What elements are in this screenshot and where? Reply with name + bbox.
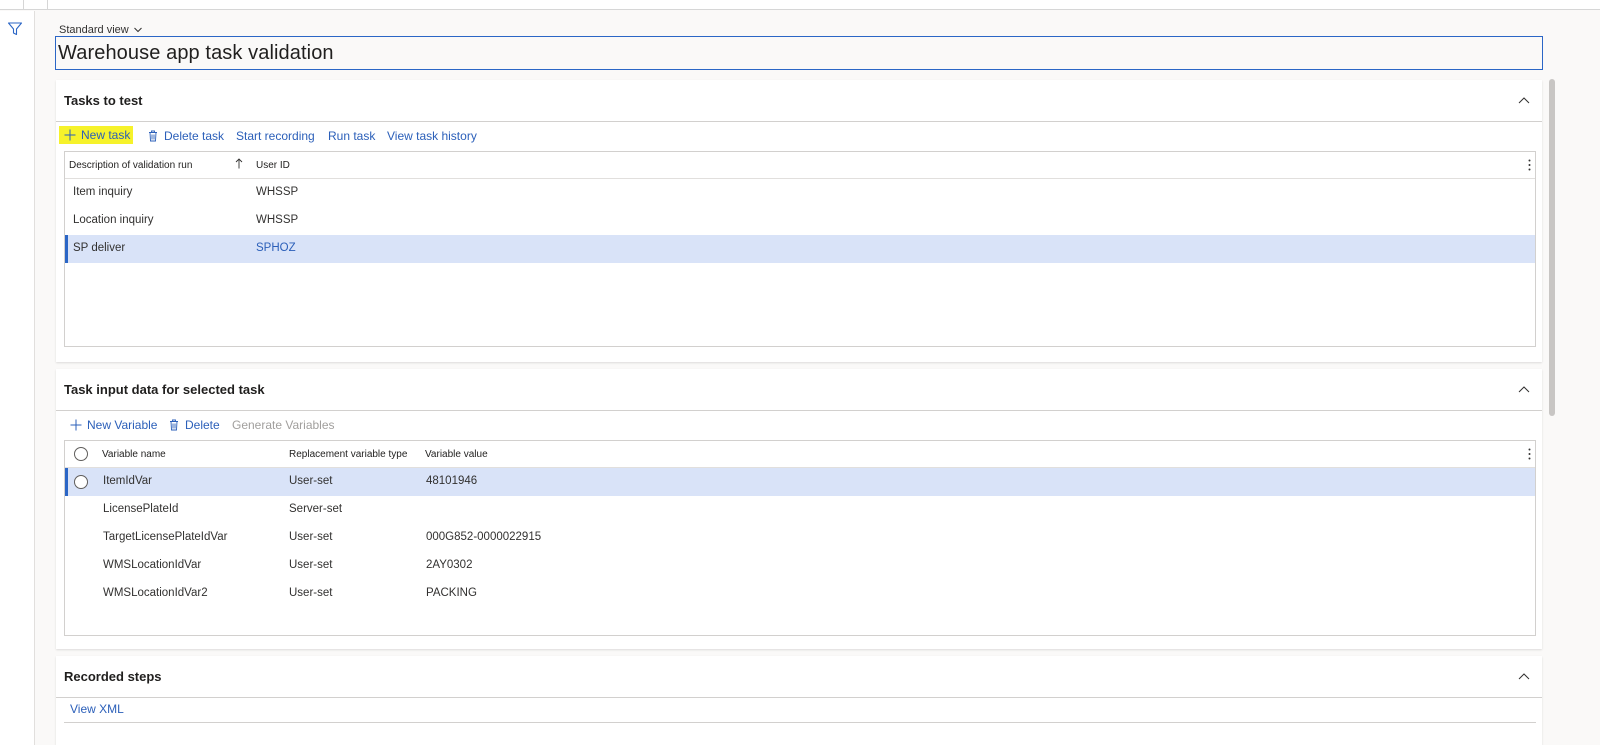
section-title: Tasks to test xyxy=(64,93,143,108)
run-task-button[interactable]: Run task xyxy=(328,129,375,143)
top-bar-divider xyxy=(47,0,48,9)
page-title-box: Warehouse app task validation xyxy=(55,36,1543,70)
view-xml-link[interactable]: View XML xyxy=(70,702,124,716)
input-section: Task input data for selected task New Va… xyxy=(56,369,1542,649)
grid-header: Description of validation run User ID xyxy=(65,152,1535,179)
cell-variable-value: 48101946 xyxy=(426,475,478,487)
view-selector[interactable]: Standard view xyxy=(59,24,143,36)
cell-variable-value: PACKING xyxy=(426,587,477,599)
cell-user-id[interactable]: SPHOZ xyxy=(256,242,296,254)
recorded-steps-header[interactable]: Recorded steps xyxy=(56,656,1542,698)
start-recording-label: Start recording xyxy=(236,129,315,143)
cell-description: SP deliver xyxy=(73,242,126,254)
cell-variable-name: LicensePlateId xyxy=(103,503,179,515)
divider xyxy=(64,722,1536,723)
tasks-toolbar: New task Delete task Start recording Run… xyxy=(56,122,1542,150)
view-task-history-button[interactable]: View task history xyxy=(387,129,477,143)
column-header-replacement-type[interactable]: Replacement variable type xyxy=(289,449,407,460)
start-recording-button[interactable]: Start recording xyxy=(236,129,315,143)
cell-variable-type: Server-set xyxy=(289,503,343,515)
more-options-icon[interactable] xyxy=(1528,448,1531,460)
tasks-grid: Description of validation run User ID It… xyxy=(64,151,1536,347)
chevron-up-icon[interactable] xyxy=(1518,384,1530,396)
cell-variable-type: User-set xyxy=(289,531,333,543)
section-title: Task input data for selected task xyxy=(64,382,265,397)
top-bar-divider xyxy=(23,0,24,9)
table-row[interactable]: TargetLicensePlateIdVar User-set 000G852… xyxy=(65,524,1535,552)
tasks-section-header[interactable]: Tasks to test xyxy=(56,80,1542,122)
table-row[interactable]: WMSLocationIdVar2 User-set PACKING xyxy=(65,580,1535,608)
top-bar xyxy=(0,0,1600,10)
new-variable-label: New Variable xyxy=(87,418,158,432)
page-title: Warehouse app task validation xyxy=(58,42,334,64)
left-action-pane xyxy=(0,11,35,745)
cell-variable-type: User-set xyxy=(289,475,333,487)
vertical-scrollbar[interactable] xyxy=(1549,79,1555,416)
highlight-marker: New task xyxy=(59,126,134,144)
new-variable-button[interactable]: New Variable xyxy=(70,418,157,432)
cell-variable-name: WMSLocationIdVar2 xyxy=(103,587,208,599)
chevron-down-icon xyxy=(133,27,142,33)
delete-variable-button[interactable]: Delete xyxy=(168,418,220,432)
select-all-radio[interactable] xyxy=(74,447,88,461)
new-task-button[interactable]: New task xyxy=(59,126,134,144)
cell-variable-type: User-set xyxy=(289,587,333,599)
cell-variable-name: TargetLicensePlateIdVar xyxy=(103,531,228,543)
plus-icon xyxy=(70,419,82,431)
cell-user-id: WHSSP xyxy=(256,214,299,226)
chevron-up-icon[interactable] xyxy=(1518,95,1530,107)
column-header-user-id[interactable]: User ID xyxy=(256,160,290,171)
new-task-label: New task xyxy=(81,128,131,142)
table-row[interactable]: LicensePlateId Server-set xyxy=(65,496,1535,524)
table-row[interactable]: Item inquiry WHSSP xyxy=(65,179,1535,207)
column-header-description[interactable]: Description of validation run xyxy=(69,160,192,171)
sort-ascending-icon[interactable] xyxy=(235,158,243,169)
generate-variables-label: Generate Variables xyxy=(232,418,335,432)
delete-task-label: Delete task xyxy=(164,129,225,143)
variables-grid: Variable name Replacement variable type … xyxy=(64,440,1536,636)
tasks-section: Tasks to test New task Delete task Start… xyxy=(56,80,1542,362)
main-content: Standard view Warehouse app task validat… xyxy=(35,11,1600,745)
generate-variables-button[interactable]: Generate Variables xyxy=(232,418,335,432)
delete-task-button[interactable]: Delete task xyxy=(147,129,224,143)
view-selector-label: Standard view xyxy=(59,24,129,36)
table-row-selected[interactable]: SP deliver SPHOZ xyxy=(65,235,1535,263)
column-header-variable-name[interactable]: Variable name xyxy=(102,449,166,460)
cell-variable-name: WMSLocationIdVar xyxy=(103,559,202,571)
grid-header: Variable name Replacement variable type … xyxy=(65,441,1535,468)
trash-icon xyxy=(149,130,157,142)
cell-variable-value: 000G852-0000022915 xyxy=(426,531,542,543)
cell-variable-value: 2AY0302 xyxy=(426,559,473,571)
cell-variable-name: ItemIdVar xyxy=(103,475,152,487)
cell-description: Location inquiry xyxy=(73,214,154,226)
table-row[interactable]: WMSLocationIdVar User-set 2AY0302 xyxy=(65,552,1535,580)
row-select-radio[interactable] xyxy=(74,475,88,489)
column-header-variable-value[interactable]: Variable value xyxy=(425,449,488,460)
cell-variable-type: User-set xyxy=(289,559,333,571)
view-task-history-label: View task history xyxy=(387,129,477,143)
table-row-selected[interactable]: ItemIdVar User-set 48101946 xyxy=(65,468,1535,496)
plus-icon xyxy=(64,129,76,141)
section-title: Recorded steps xyxy=(64,669,162,684)
cell-description: Item inquiry xyxy=(73,186,133,198)
recorded-steps-section: Recorded steps View XML xyxy=(56,656,1542,745)
input-section-header[interactable]: Task input data for selected task xyxy=(56,369,1542,411)
delete-label: Delete xyxy=(185,418,220,432)
more-options-icon[interactable] xyxy=(1528,159,1531,171)
input-toolbar: New Variable Delete Generate Variables xyxy=(56,411,1542,439)
chevron-up-icon[interactable] xyxy=(1518,671,1530,683)
filter-icon[interactable] xyxy=(7,21,23,37)
run-task-label: Run task xyxy=(328,129,376,143)
trash-icon xyxy=(170,419,178,431)
cell-user-id: WHSSP xyxy=(256,186,299,198)
table-row[interactable]: Location inquiry WHSSP xyxy=(65,207,1535,235)
